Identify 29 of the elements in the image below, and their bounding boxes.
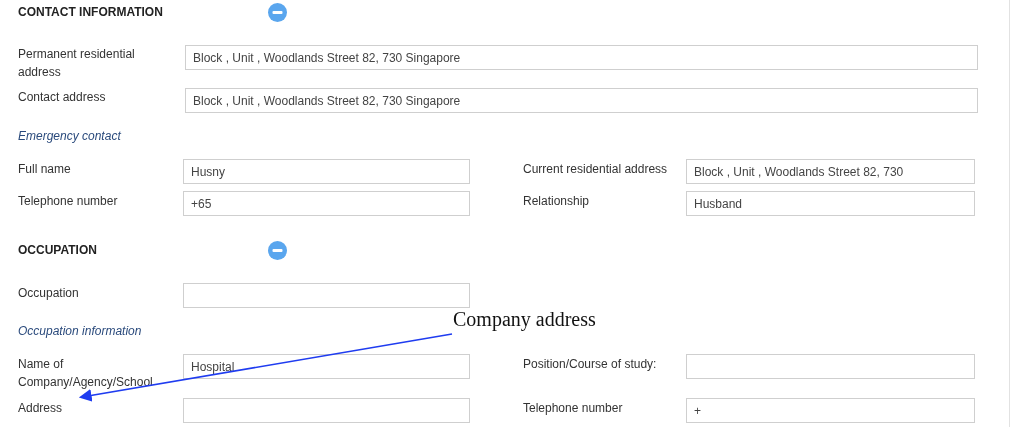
text-field[interactable]: Block , Unit , Woodlands Street 82, 730 Singapore — [185, 88, 978, 113]
text-field[interactable]: Husband — [686, 191, 975, 216]
text-field[interactable]: Husny — [183, 159, 470, 184]
subsection-title: Emergency contact — [18, 128, 121, 145]
field-label: Contact address — [18, 89, 107, 106]
field-label: Relationship — [523, 193, 591, 210]
text-field[interactable]: Hospital — [183, 354, 470, 379]
text-field[interactable] — [183, 398, 470, 423]
field-label: Address — [18, 400, 64, 417]
section-title: OCCUPATION — [18, 243, 98, 257]
subsection-title: Occupation information — [18, 323, 142, 340]
text-field[interactable]: Block , Unit , Woodlands Street 82, 730 — [686, 159, 975, 184]
text-field[interactable] — [686, 354, 975, 379]
section-title: CONTACT INFORMATION — [18, 5, 164, 19]
collapse-icon[interactable] — [268, 240, 287, 260]
collapse-icon[interactable] — [268, 2, 287, 22]
field-label: Full name — [18, 161, 72, 178]
annotation-text: Company address — [453, 308, 596, 331]
text-field[interactable]: +65 — [183, 191, 470, 216]
field-label: Name of Company/Agency/School — [18, 356, 154, 391]
field-label: Permanent residential address — [18, 46, 136, 81]
field-label: Telephone number — [523, 400, 624, 417]
text-field[interactable] — [183, 283, 470, 308]
field-label: Current residential address — [523, 161, 668, 178]
field-label: Position/Course of study: — [523, 356, 658, 373]
text-field[interactable]: Block , Unit , Woodlands Street 82, 730 Singapore — [185, 45, 978, 70]
text-field[interactable]: + — [686, 398, 975, 423]
field-label: Occupation — [18, 285, 80, 302]
field-label: Telephone number — [18, 193, 119, 210]
